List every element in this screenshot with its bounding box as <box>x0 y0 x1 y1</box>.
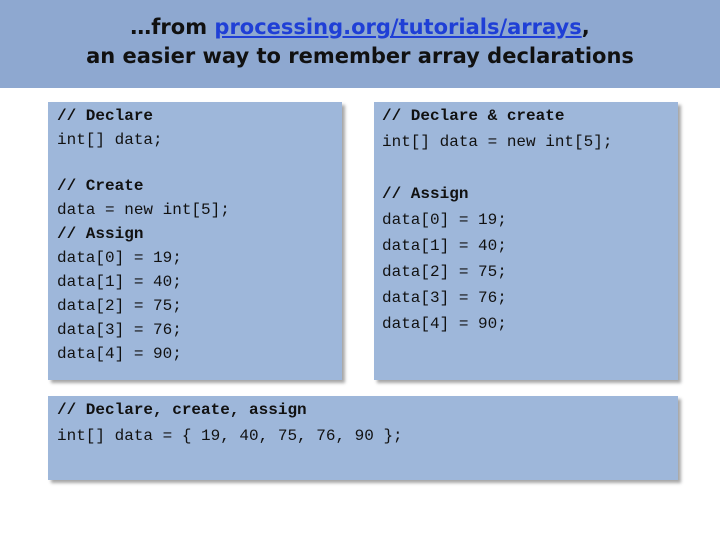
code-line: data[4] = 90; <box>382 315 507 333</box>
code-line: data[1] = 40; <box>382 237 507 255</box>
code-comment: // Declare & create <box>382 107 565 125</box>
title-prefix: …from <box>130 15 215 39</box>
code-line: data[3] = 76; <box>382 289 507 307</box>
code-comment: // Declare, create, assign <box>57 401 307 419</box>
code-line: data[1] = 40; <box>57 273 182 291</box>
code-box-declare-create-assign-separately: // Declare int[] data; // Create data = … <box>48 102 342 380</box>
code-box-declare-create-assign: // Declare, create, assign int[] data = … <box>48 396 678 480</box>
title-bar: …from processing.org/tutorials/arrays, a… <box>0 0 720 88</box>
title-line-2: an easier way to remember array declarat… <box>86 44 634 68</box>
code-comment: // Create <box>57 177 144 195</box>
tutorial-link[interactable]: processing.org/tutorials/arrays <box>214 15 581 39</box>
title-suffix: , <box>581 15 590 39</box>
slide: …from processing.org/tutorials/arrays, a… <box>0 0 720 540</box>
code-line: data[2] = 75; <box>382 263 507 281</box>
code-line: data[3] = 76; <box>57 321 182 339</box>
code-comment: // Assign <box>382 185 469 203</box>
code-line: data[4] = 90; <box>57 345 182 363</box>
code-line: data[0] = 19; <box>382 211 507 229</box>
code-line: data[0] = 19; <box>57 249 182 267</box>
code-line: int[] data = { 19, 40, 75, 76, 90 }; <box>57 427 403 445</box>
code-box-declare-and-create: // Declare & create int[] data = new int… <box>374 102 678 380</box>
title-line-1: …from processing.org/tutorials/arrays, <box>0 13 720 42</box>
code-line: int[] data; <box>57 131 163 149</box>
code-line: data[2] = 75; <box>57 297 182 315</box>
code-comment: // Declare <box>57 107 154 125</box>
code-comment: // Assign <box>57 225 144 243</box>
code-line: data = new int[5]; <box>57 201 230 219</box>
code-line: int[] data = new int[5]; <box>382 133 613 151</box>
